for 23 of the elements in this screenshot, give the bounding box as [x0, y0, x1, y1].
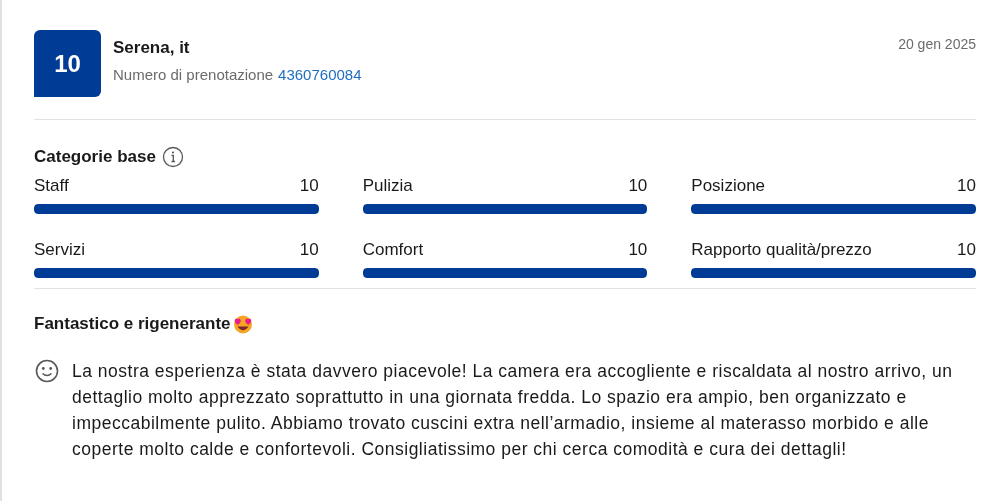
category-score: 10: [628, 176, 648, 196]
category-score: 10: [957, 176, 976, 196]
review-title: Fantastico e rigenerante: [34, 314, 231, 334]
category-name: Comfort: [362, 240, 424, 260]
category-score: 10: [628, 240, 648, 260]
score-badge: 10: [34, 30, 101, 97]
category-name: Staff: [34, 176, 69, 196]
category-name: Posizione: [691, 176, 766, 196]
category-name: Pulizia: [362, 176, 413, 196]
review-text: La nostra esperienza è stata davvero piacevole! La camera era accogliente e riscaldata al nostro arrivo, un dettaglio molto apprezzato soprattutto in una giornata fredda. Lo spazio era ampio, ben organizzato e impeccabilmente pulito. Abbiamo trovato cuscini extra nell’armadio, insieme al materasso morbido e alle coperte molto calde e confortevoli. Consigliatissimo per chi cerca comodità e cura dei dettagli!: [72, 360, 954, 461]
review-date: 20 gen 2025: [898, 35, 976, 52]
category-name: Servizi: [34, 240, 85, 260]
smiley-icon: [34, 358, 60, 384]
category-score: 10: [299, 176, 319, 196]
category-score: 10: [299, 240, 319, 260]
section-title: Categorie base: [34, 147, 156, 167]
reviewer-name: Serena, it: [113, 38, 191, 58]
booking-number-link[interactable]: 4360760084: [278, 66, 362, 83]
category-score: 10: [957, 240, 976, 260]
booking-label: Numero di prenotazione: [113, 66, 274, 83]
info-icon[interactable]: [161, 146, 184, 168]
category-name: Rapporto qualità/prezzo: [691, 240, 872, 260]
heart-eyes-emoji-icon: [231, 314, 254, 334]
